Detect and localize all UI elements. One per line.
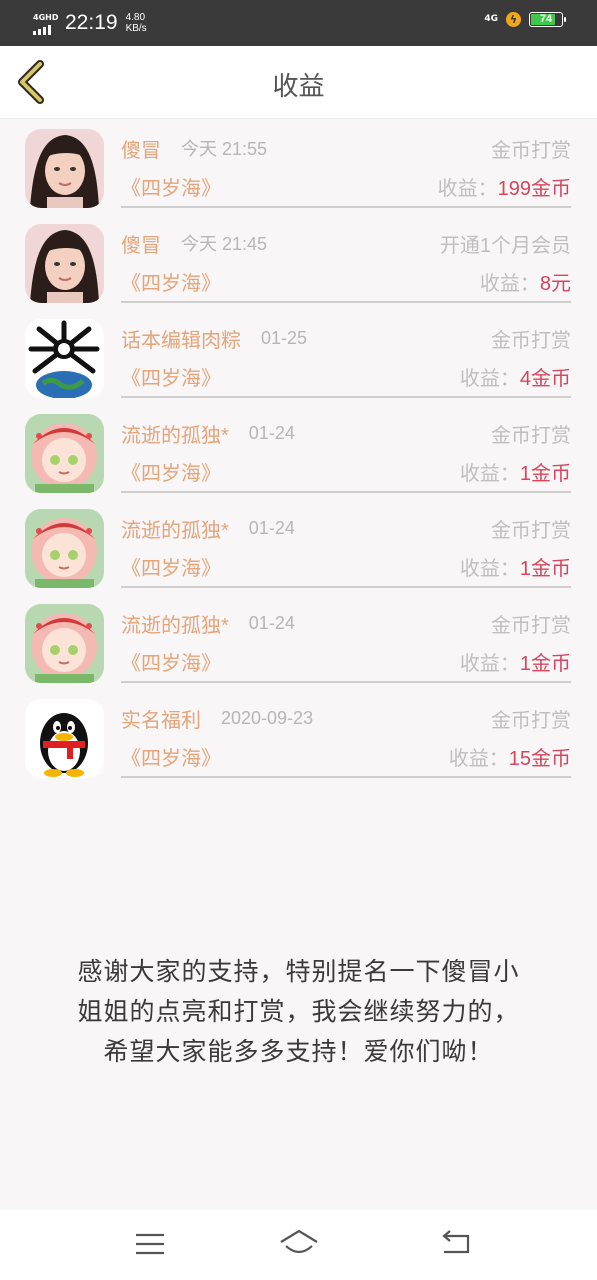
- divider: [121, 301, 571, 303]
- girl-avatar-icon: [25, 129, 104, 208]
- status-time: 22:19: [65, 11, 118, 34]
- income-type: 开通1个月会员: [439, 234, 571, 257]
- home-icon: [280, 1229, 318, 1254]
- income-list-item[interactable]: 话本编辑肉粽 01-25 金币打赏 《四岁海》 收益： 4金币: [0, 309, 597, 404]
- book-title: 《四岁海》: [121, 177, 221, 200]
- network-speed: 4.80 KB/s: [126, 12, 147, 34]
- avatar[interactable]: [25, 414, 104, 493]
- book-title: 《四岁海》: [121, 462, 221, 485]
- avatar[interactable]: [25, 319, 104, 398]
- timestamp: 01-24: [248, 422, 295, 443]
- income-label: 收益：: [459, 367, 520, 390]
- income-type: 金币打赏: [491, 709, 571, 732]
- message-line: 姐姐的点亮和打赏，我会继续努力的，: [77, 998, 520, 1026]
- timestamp: 2020-09-23: [221, 707, 314, 728]
- system-navigation-bar: [0, 1210, 597, 1280]
- book-title: 《四岁海》: [121, 367, 221, 390]
- network-speed-unit: KB/s: [125, 23, 147, 34]
- income-label: 收益：: [437, 177, 498, 200]
- charging-icon: ϟ: [506, 12, 521, 27]
- income-list: 傻冒 今天 21:55 金币打赏 《四岁海》 收益： 199金币 傻冒 今天 2…: [0, 119, 597, 784]
- income-list-item[interactable]: 流逝的孤独* 01-24 金币打赏 《四岁海》 收益： 1金币: [0, 499, 597, 594]
- income-label: 收益：: [459, 462, 520, 485]
- income-label: 收益：: [479, 272, 540, 295]
- income-type: 金币打赏: [491, 614, 571, 637]
- income-type: 金币打赏: [491, 519, 571, 542]
- anime-christmas-icon: [25, 509, 104, 588]
- anime-christmas-icon: [25, 604, 104, 683]
- mobile-data-icon: 4G: [484, 14, 498, 24]
- divider: [121, 491, 571, 493]
- income-type: 金币打赏: [491, 139, 571, 162]
- avatar[interactable]: [25, 129, 104, 208]
- timestamp: 今天 21:45: [181, 234, 268, 254]
- message-line: 希望大家能多多支持！爱你们呦！: [103, 1038, 494, 1066]
- avatar[interactable]: [25, 604, 104, 683]
- earth-spider-icon: [25, 319, 104, 398]
- status-bar: 4GHD 22:19 4.80 KB/s 4G ϟ 74: [0, 0, 597, 46]
- message-line: 感谢大家的支持，特别提名一下傻冒小: [77, 958, 520, 986]
- anime-christmas-icon: [25, 414, 104, 493]
- book-title: 《四岁海》: [121, 272, 221, 295]
- avatar[interactable]: [25, 224, 104, 303]
- timestamp: 01-24: [248, 517, 295, 538]
- income-value: 15金币: [508, 747, 571, 770]
- girl-avatar-icon: [25, 224, 104, 303]
- signal-icon: 4GHD: [33, 11, 59, 35]
- income-type: 金币打赏: [491, 329, 571, 352]
- income-label: 收益：: [459, 652, 520, 675]
- user-name: 流逝的孤独*: [121, 424, 229, 447]
- menu-icon: [136, 1233, 164, 1255]
- income-value: 1金币: [519, 462, 571, 485]
- back-nav-button[interactable]: [436, 1228, 476, 1260]
- penguin-icon: [25, 699, 104, 778]
- book-title: 《四岁海》: [121, 652, 221, 675]
- network-type-label: 4GHD: [33, 13, 59, 22]
- timestamp: 今天 21:55: [181, 139, 268, 159]
- income-value: 4金币: [519, 367, 571, 390]
- income-value: 1金币: [519, 652, 571, 675]
- avatar[interactable]: [25, 509, 104, 588]
- network-speed-value: 4.80: [125, 12, 146, 23]
- status-right: 4G ϟ 74: [484, 12, 566, 27]
- top-app-bar: 收益: [0, 46, 597, 119]
- income-value: 8元: [539, 272, 571, 295]
- book-title: 《四岁海》: [121, 747, 221, 770]
- divider: [121, 206, 571, 208]
- user-name: 流逝的孤独*: [121, 614, 229, 637]
- battery-icon: 74: [529, 12, 566, 27]
- home-button[interactable]: [278, 1228, 318, 1260]
- income-value: 1金币: [519, 557, 571, 580]
- thank-you-message: 感谢大家的支持，特别提名一下傻冒小 姐姐的点亮和打赏，我会继续努力的， 希望大家…: [0, 952, 597, 1072]
- user-name: 实名福利: [121, 709, 201, 732]
- income-label: 收益：: [459, 557, 520, 580]
- user-name: 流逝的孤独*: [121, 519, 229, 542]
- status-left: 4GHD 22:19 4.80 KB/s: [33, 8, 147, 38]
- battery-level: 74: [539, 13, 553, 25]
- user-name: 话本编辑肉粽: [121, 329, 241, 352]
- divider: [121, 396, 571, 398]
- income-value: 199金币: [497, 177, 571, 200]
- user-name: 傻冒: [121, 139, 161, 162]
- avatar[interactable]: [25, 699, 104, 778]
- timestamp: 01-24: [248, 612, 295, 633]
- income-list-item[interactable]: 傻冒 今天 21:45 开通1个月会员 《四岁海》 收益： 8元: [0, 214, 597, 309]
- income-label: 收益：: [448, 747, 509, 770]
- return-icon: [442, 1230, 470, 1254]
- income-list-item[interactable]: 流逝的孤独* 01-24 金币打赏 《四岁海》 收益： 1金币: [0, 404, 597, 499]
- timestamp: 01-25: [261, 327, 308, 348]
- income-list-item[interactable]: 实名福利 2020-09-23 金币打赏 《四岁海》 收益： 15金币: [0, 689, 597, 784]
- user-name: 傻冒: [121, 234, 161, 257]
- page-title: 收益: [272, 71, 325, 101]
- divider: [121, 586, 571, 588]
- income-type: 金币打赏: [491, 424, 571, 447]
- income-list-item[interactable]: 傻冒 今天 21:55 金币打赏 《四岁海》 收益： 199金币: [0, 119, 597, 214]
- book-title: 《四岁海》: [121, 557, 221, 580]
- menu-button[interactable]: [130, 1228, 170, 1260]
- divider: [121, 681, 571, 683]
- income-list-item[interactable]: 流逝的孤独* 01-24 金币打赏 《四岁海》 收益： 1金币: [0, 594, 597, 689]
- divider: [121, 776, 571, 778]
